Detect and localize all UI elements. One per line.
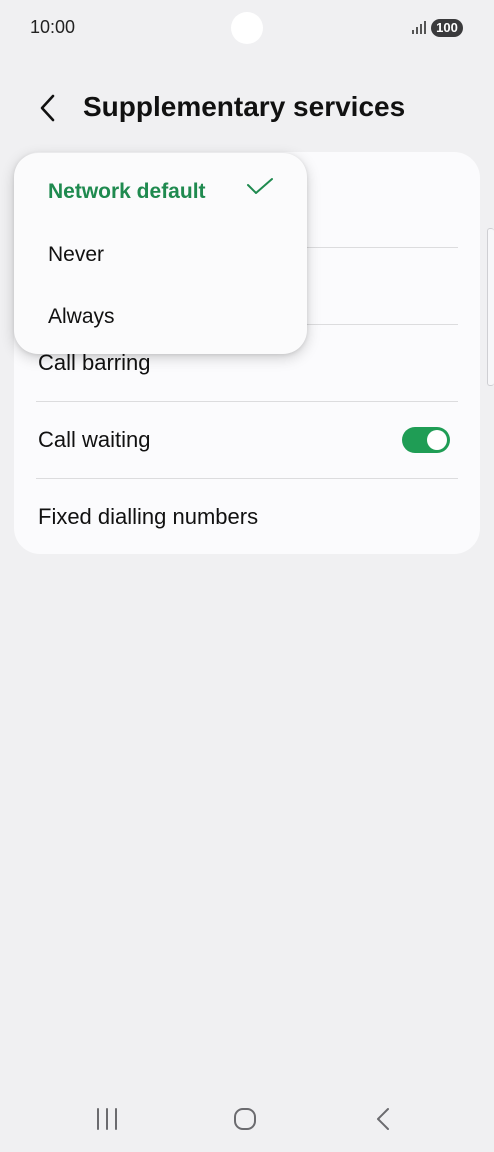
option-label: Never	[48, 243, 105, 266]
check-icon	[247, 178, 273, 194]
back-arrow-icon[interactable]	[34, 92, 64, 124]
nav-back-icon[interactable]	[372, 1106, 394, 1132]
option-label: Always	[48, 305, 115, 328]
signal-icon	[412, 21, 426, 34]
option-always[interactable]: Always	[14, 286, 307, 346]
status-bar: 10:00 100	[0, 0, 494, 56]
option-network-default[interactable]: Network default	[14, 161, 307, 221]
dropdown-popup: Network default Never Always	[14, 153, 307, 354]
home-icon[interactable]	[232, 1106, 258, 1132]
camera-cutout	[231, 12, 263, 44]
scroll-indicator[interactable]	[487, 228, 494, 386]
status-time: 10:00	[30, 17, 76, 37]
fixed-dialling-row[interactable]: Fixed dialling numbers	[14, 478, 480, 554]
option-label: Network default	[48, 180, 206, 203]
recent-apps-icon[interactable]	[95, 1106, 119, 1132]
row-label: Fixed dialling numbers	[38, 504, 259, 529]
battery-badge: 100	[431, 19, 463, 37]
row-label: Call waiting	[38, 427, 151, 452]
call-waiting-toggle[interactable]	[402, 427, 450, 453]
toggle-knob	[427, 430, 447, 450]
page-title: Supplementary services	[83, 91, 406, 122]
option-never[interactable]: Never	[14, 224, 307, 284]
